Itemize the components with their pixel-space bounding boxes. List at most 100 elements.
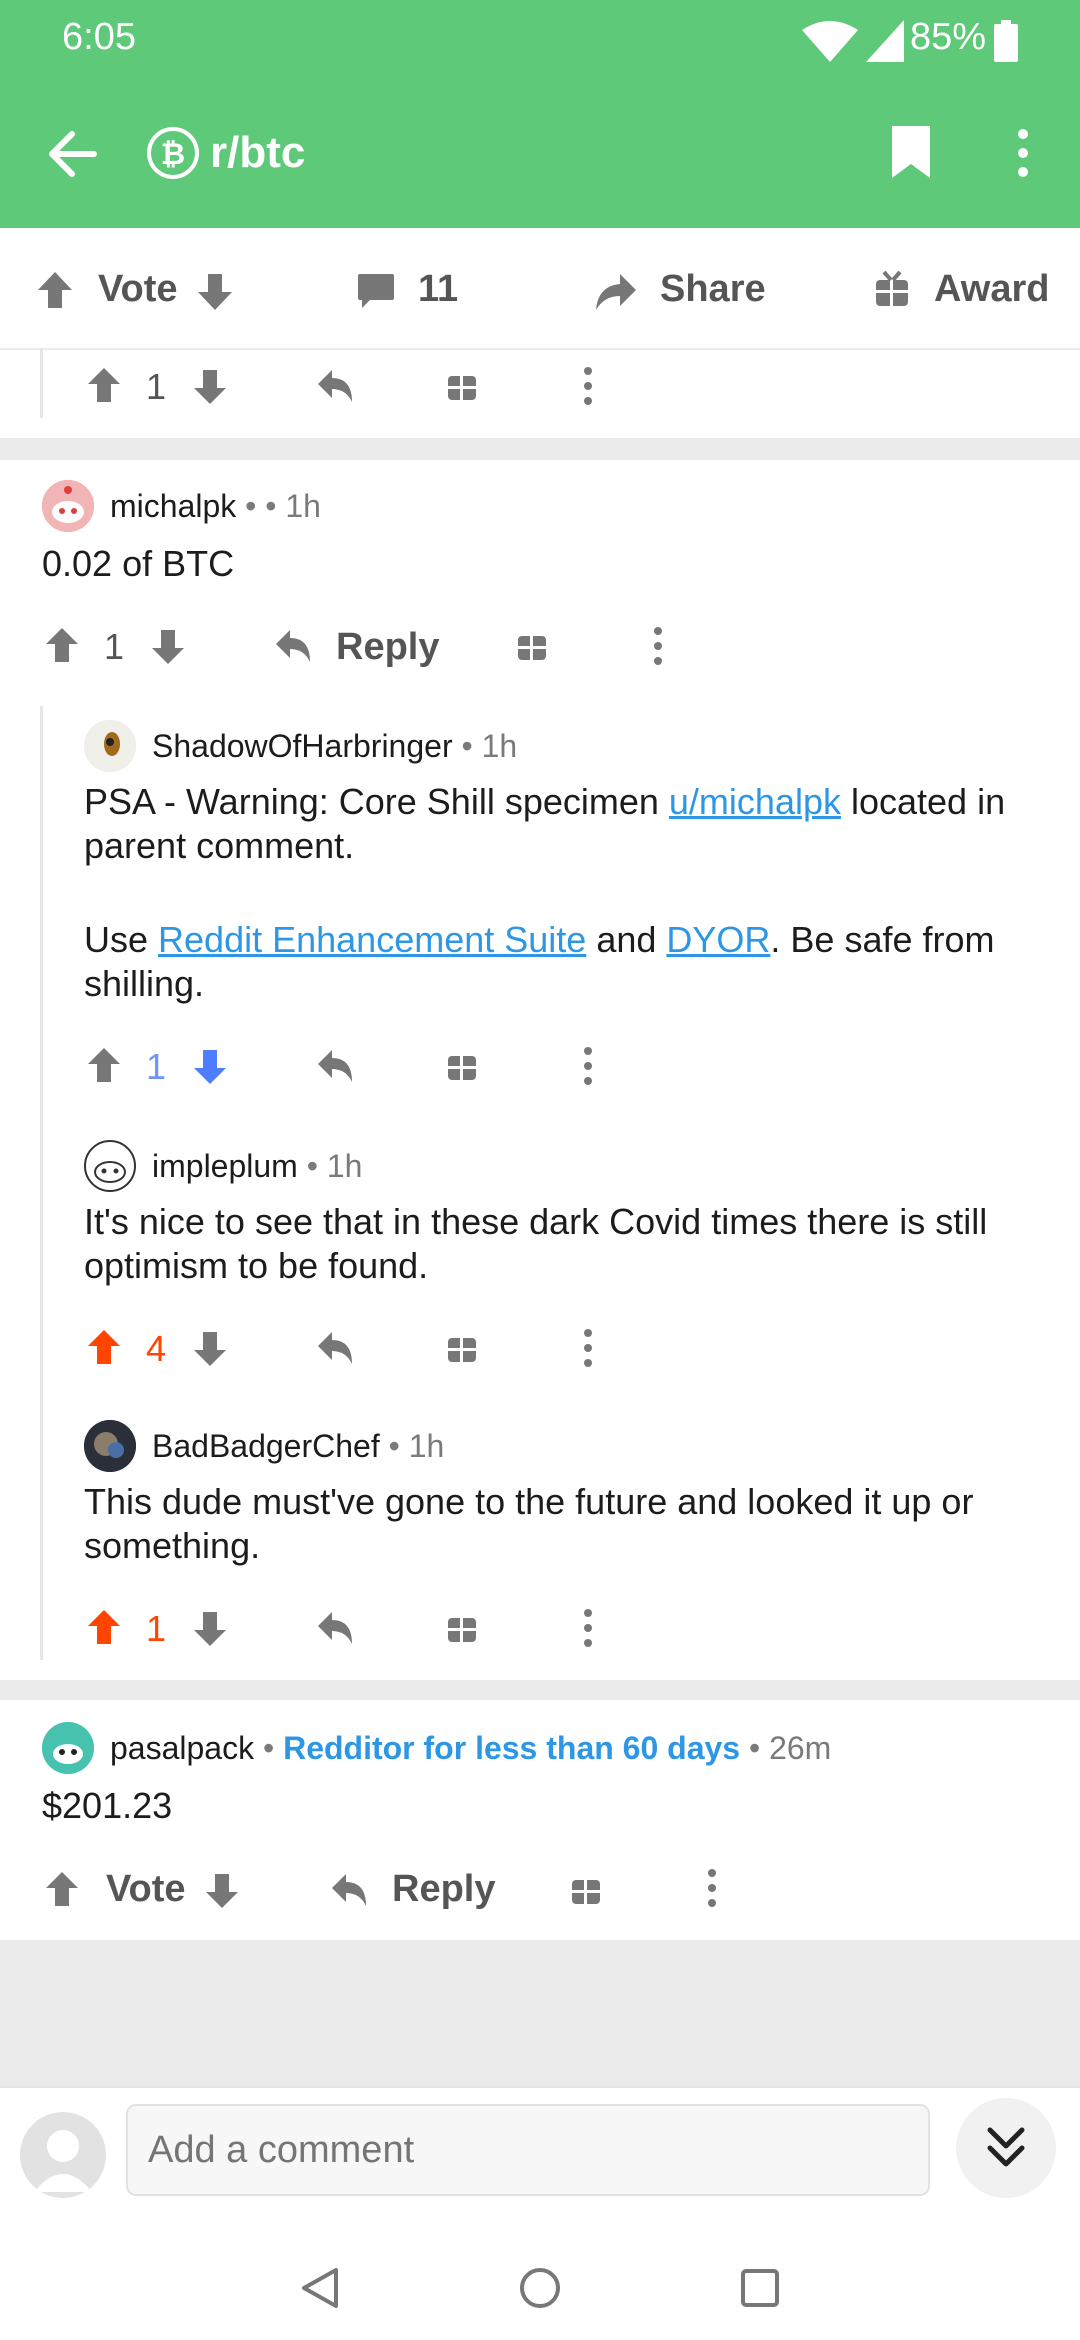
more-vert-icon[interactable] xyxy=(578,1328,598,1368)
comment-meta: ShadowOfHarbringer • 1h xyxy=(152,728,517,765)
snoo-avatar-icon xyxy=(42,480,94,532)
award-icon[interactable] xyxy=(570,1872,602,1906)
battery-percent: 85% xyxy=(910,16,987,58)
meta-separator: • xyxy=(245,488,257,524)
upvote-icon[interactable] xyxy=(36,270,74,310)
divider xyxy=(0,1680,1080,1700)
nav-recents-icon[interactable] xyxy=(740,2268,780,2308)
nav-back-icon[interactable] xyxy=(300,2266,340,2310)
reply-icon[interactable] xyxy=(316,1610,356,1646)
award-icon[interactable] xyxy=(516,628,548,662)
comment-icon[interactable] xyxy=(356,272,396,310)
avatar[interactable] xyxy=(42,1722,94,1774)
more-vert-icon[interactable] xyxy=(578,1046,598,1086)
reply-icon[interactable] xyxy=(316,1048,356,1084)
more-vert-icon[interactable] xyxy=(648,626,668,666)
comment-score: 1 xyxy=(146,1608,167,1649)
comment-author[interactable]: BadBadgerChef xyxy=(152,1428,380,1464)
upvote-icon[interactable] xyxy=(44,626,80,664)
comment-author[interactable]: michalpk xyxy=(110,488,236,524)
comment-body: Use Reddit Enhancement Suite and DYOR. B… xyxy=(84,918,1044,1006)
my-avatar[interactable] xyxy=(20,2112,106,2198)
status-time: 6:05 xyxy=(62,16,136,58)
award-icon[interactable] xyxy=(874,270,910,308)
reply-icon[interactable] xyxy=(316,368,356,404)
downvote-icon[interactable] xyxy=(196,272,234,312)
award-label[interactable]: Award xyxy=(934,268,1049,311)
downvote-icon[interactable] xyxy=(192,1048,228,1086)
comment-meta: michalpk • • 1h xyxy=(110,488,321,525)
reply-button[interactable]: Reply xyxy=(336,626,439,669)
downvote-icon[interactable] xyxy=(192,368,228,406)
comment-age: • 1h xyxy=(306,1148,363,1184)
comment-score: 4 xyxy=(146,1328,167,1369)
comment-score: 1 xyxy=(146,1046,167,1087)
reply-icon[interactable] xyxy=(330,1872,370,1908)
more-vert-icon[interactable] xyxy=(1008,128,1038,178)
avatar[interactable] xyxy=(84,1140,136,1192)
post-vote-label: Vote xyxy=(98,268,178,310)
snoo-avatar-icon xyxy=(42,1722,94,1774)
upvote-icon[interactable] xyxy=(86,1046,122,1084)
body-text: and xyxy=(586,919,667,960)
comment-author[interactable]: ShadowOfHarbringer xyxy=(152,728,453,764)
award-icon[interactable] xyxy=(446,1048,478,1082)
body-text: Use xyxy=(84,919,159,960)
comments-count[interactable]: 11 xyxy=(418,268,458,311)
comment-author[interactable]: pasalpack xyxy=(110,1730,254,1766)
battery-icon xyxy=(994,20,1018,62)
downvote-icon[interactable] xyxy=(192,1330,228,1368)
award-icon[interactable] xyxy=(446,1330,478,1364)
upvote-icon[interactable] xyxy=(86,366,122,404)
bookmark-icon[interactable] xyxy=(888,124,934,180)
user-placeholder-icon xyxy=(34,2130,92,2192)
comment-age: • 26m xyxy=(748,1730,832,1766)
user-avatar-icon xyxy=(84,720,136,772)
subreddit-title[interactable]: r/btc xyxy=(210,128,305,178)
body-text: PSA - Warning: Core Shill specimen xyxy=(84,781,669,822)
downvote-icon[interactable] xyxy=(192,1610,228,1648)
scroll-down-button[interactable] xyxy=(956,2098,1056,2198)
back-arrow-icon[interactable] xyxy=(44,126,100,182)
user-avatar-icon xyxy=(84,1420,136,1472)
post-action-bar: Vote 11 Share Award xyxy=(0,228,1080,350)
comment-age: • 1h xyxy=(265,488,321,524)
comment-meta: pasalpack • Redditor for less than 60 da… xyxy=(110,1730,831,1767)
reply-icon[interactable] xyxy=(316,1330,356,1366)
app-header: 6:05 85% ₿ r/btc xyxy=(0,0,1080,228)
system-nav-bar xyxy=(0,2230,1080,2340)
award-icon[interactable] xyxy=(446,1610,478,1644)
comment-author[interactable]: impleplum xyxy=(152,1148,298,1184)
upvote-icon[interactable] xyxy=(86,1608,122,1646)
dyor-link[interactable]: DYOR xyxy=(666,919,770,960)
comment-body: This dude must've gone to the future and… xyxy=(84,1481,974,1566)
comment-body: PSA - Warning: Core Shill specimen u/mic… xyxy=(84,780,1044,868)
comment-bar xyxy=(0,2086,1080,2232)
more-vert-icon[interactable] xyxy=(578,1608,598,1648)
nav-home-icon[interactable] xyxy=(518,2266,562,2310)
more-vert-icon[interactable] xyxy=(702,1868,722,1908)
award-icon[interactable] xyxy=(446,368,478,402)
comment-meta: BadBadgerChef • 1h xyxy=(152,1428,444,1465)
meta-separator: • xyxy=(262,1730,275,1766)
upvote-icon[interactable] xyxy=(86,1328,122,1366)
res-link[interactable]: Reddit Enhancement Suite xyxy=(158,919,586,960)
comment-age: • 1h xyxy=(388,1428,445,1464)
avatar[interactable] xyxy=(42,480,94,532)
reply-button[interactable]: Reply xyxy=(392,1868,495,1911)
comment-body: It's nice to see that in these dark Covi… xyxy=(84,1201,988,1286)
share-icon[interactable] xyxy=(594,272,638,312)
reply-icon[interactable] xyxy=(274,628,314,664)
comment-input[interactable] xyxy=(126,2104,930,2196)
avatar[interactable] xyxy=(84,1420,136,1472)
more-vert-icon[interactable] xyxy=(578,366,598,406)
user-link[interactable]: u/michalpk xyxy=(669,781,841,822)
share-label[interactable]: Share xyxy=(660,268,766,311)
downvote-icon[interactable] xyxy=(150,628,186,666)
downvote-icon[interactable] xyxy=(204,1872,240,1910)
snoo-avatar-icon xyxy=(94,1161,126,1183)
comment-body: 0.02 of BTC xyxy=(42,543,235,584)
upvote-icon[interactable] xyxy=(44,1870,80,1908)
avatar[interactable] xyxy=(84,720,136,772)
signal-icon xyxy=(866,20,904,62)
